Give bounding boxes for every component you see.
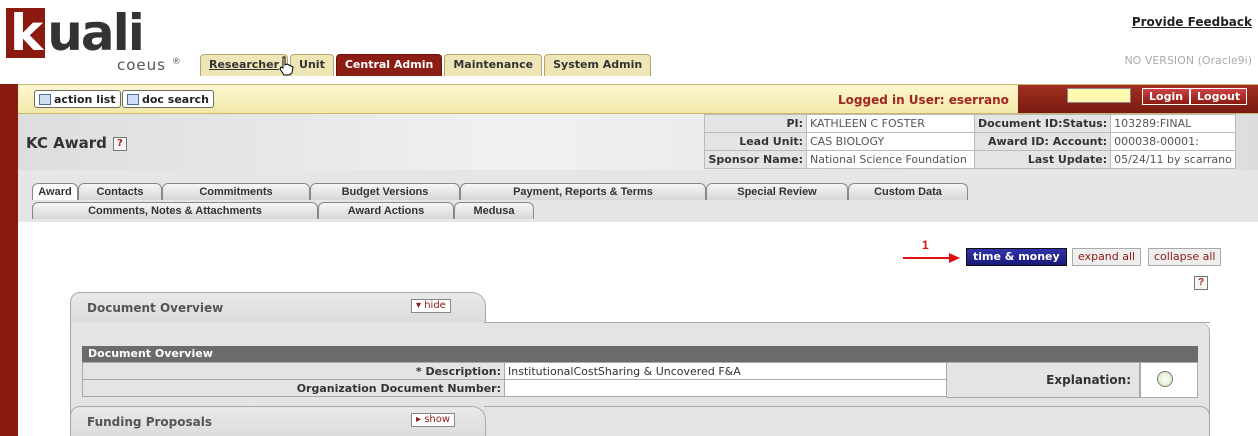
tab-award[interactable]: Award <box>32 183 78 200</box>
product-name: coeus <box>117 56 166 74</box>
provide-feedback-link[interactable]: Provide Feedback <box>1132 15 1252 29</box>
explanation-cell <box>1140 362 1198 398</box>
left-border-stripe <box>0 84 18 436</box>
doc-search-label: doc search <box>142 93 209 106</box>
version-label: NO VERSION (Oracle9i) <box>1124 54 1252 67</box>
document-overview-table: * Description: InstitutionalCostSharing … <box>82 362 947 397</box>
logged-in-user: Logged in User: eserrano <box>838 93 1009 107</box>
document-overview-header: Document Overview <box>82 346 1198 362</box>
pi-value: KATHLEEN C FOSTER <box>806 114 975 133</box>
tab-contacts[interactable]: Contacts <box>78 183 162 200</box>
registered-mark: ® <box>171 57 182 67</box>
description-value[interactable]: InstitutionalCostSharing & Uncovered F&A <box>504 362 947 380</box>
page-title: KC Award? <box>26 134 127 152</box>
award-id-label: Award ID: Account: <box>973 132 1112 151</box>
explanation-label: Explanation: <box>946 362 1140 398</box>
doc-search-icon <box>127 94 139 105</box>
sponsor-value: National Science Foundation <box>806 150 975 169</box>
funding-proposals-line <box>484 406 1210 436</box>
document-info-table: PI: KATHLEEN C FOSTER Document ID:Status… <box>704 114 1236 169</box>
tab-special-review[interactable]: Special Review <box>706 183 848 200</box>
tab-budget-versions[interactable]: Budget Versions <box>310 183 460 200</box>
logout-button[interactable]: Logout <box>1190 88 1248 105</box>
list-icon <box>39 94 51 105</box>
help-icon[interactable]: ? <box>112 136 127 151</box>
tab-custom-data[interactable]: Custom Data <box>848 183 968 200</box>
expand-all-button[interactable]: expand all <box>1072 248 1142 266</box>
tab-payment-reports-terms[interactable]: Payment, Reports & Terms <box>460 183 706 200</box>
login-button[interactable]: Login <box>1142 88 1191 105</box>
app-header: k uali coeus ® Provide Feedback NO VERSIO… <box>0 0 1258 80</box>
login-input[interactable] <box>1067 88 1131 103</box>
tab-researcher[interactable]: Researcher <box>200 54 289 76</box>
tab-comments-notes-attachments[interactable]: Comments, Notes & Attachments <box>32 202 318 219</box>
doc-id-label: Document ID:Status: <box>973 114 1112 133</box>
last-update-value: 05/24/11 by scarrano <box>1110 150 1236 169</box>
tab-central-admin[interactable]: Central Admin <box>335 54 443 76</box>
tab-medusa[interactable]: Medusa <box>454 202 534 219</box>
tab-maintenance[interactable]: Maintenance <box>444 54 543 76</box>
tab-unit[interactable]: Unit <box>290 54 334 76</box>
org-doc-number-label: Organization Document Number: <box>82 379 505 397</box>
expand-text-icon[interactable] <box>1157 371 1173 387</box>
module-tabs: Researcher Unit Central Admin Maintenanc… <box>200 54 652 76</box>
hand-cursor-icon <box>279 56 294 76</box>
page-help-icon[interactable]: ? <box>1194 276 1208 290</box>
funding-proposals-tab: Funding Proposals ▸ show <box>70 406 486 436</box>
lead-unit-value: CAS BIOLOGY <box>806 132 975 151</box>
doc-id-value: 103289:FINAL <box>1110 114 1236 133</box>
logo-text: uali <box>47 4 145 62</box>
document-overview-tab: Document Overview ▾ hide <box>70 292 486 322</box>
annotation-arrow-icon <box>903 253 960 263</box>
action-list-label: action list <box>54 93 116 106</box>
doc-search-button[interactable]: doc search <box>122 90 214 108</box>
hide-button[interactable]: ▾ hide <box>411 299 451 313</box>
action-list-button[interactable]: action list <box>34 90 121 108</box>
page-title-text: KC Award <box>26 134 107 152</box>
tab-commitments[interactable]: Commitments <box>162 183 310 200</box>
sponsor-label: Sponsor Name: <box>704 150 807 169</box>
tab-system-admin[interactable]: System Admin <box>544 54 652 76</box>
time-and-money-button[interactable]: time & money <box>966 248 1067 266</box>
logo-k: k <box>6 8 46 58</box>
org-doc-number-field[interactable] <box>504 379 947 397</box>
section-label: Document Overview <box>87 301 224 315</box>
section-label: Funding Proposals <box>87 415 212 429</box>
award-id-value: 000038-00001: <box>1110 132 1236 151</box>
show-button[interactable]: ▸ show <box>411 413 456 427</box>
coeus-label: coeus ® <box>117 56 182 74</box>
panel-top-line <box>484 322 1210 323</box>
pi-label: PI: <box>704 114 807 133</box>
tab-award-actions[interactable]: Award Actions <box>318 202 454 219</box>
lead-unit-label: Lead Unit: <box>704 132 807 151</box>
collapse-all-button[interactable]: collapse all <box>1148 248 1222 266</box>
kuali-logo: k uali <box>6 8 145 58</box>
last-update-label: Last Update: <box>973 150 1112 169</box>
description-label: * Description: <box>82 362 505 380</box>
document-header: KC Award? PI: KATHLEEN C FOSTER Document… <box>18 114 1258 170</box>
